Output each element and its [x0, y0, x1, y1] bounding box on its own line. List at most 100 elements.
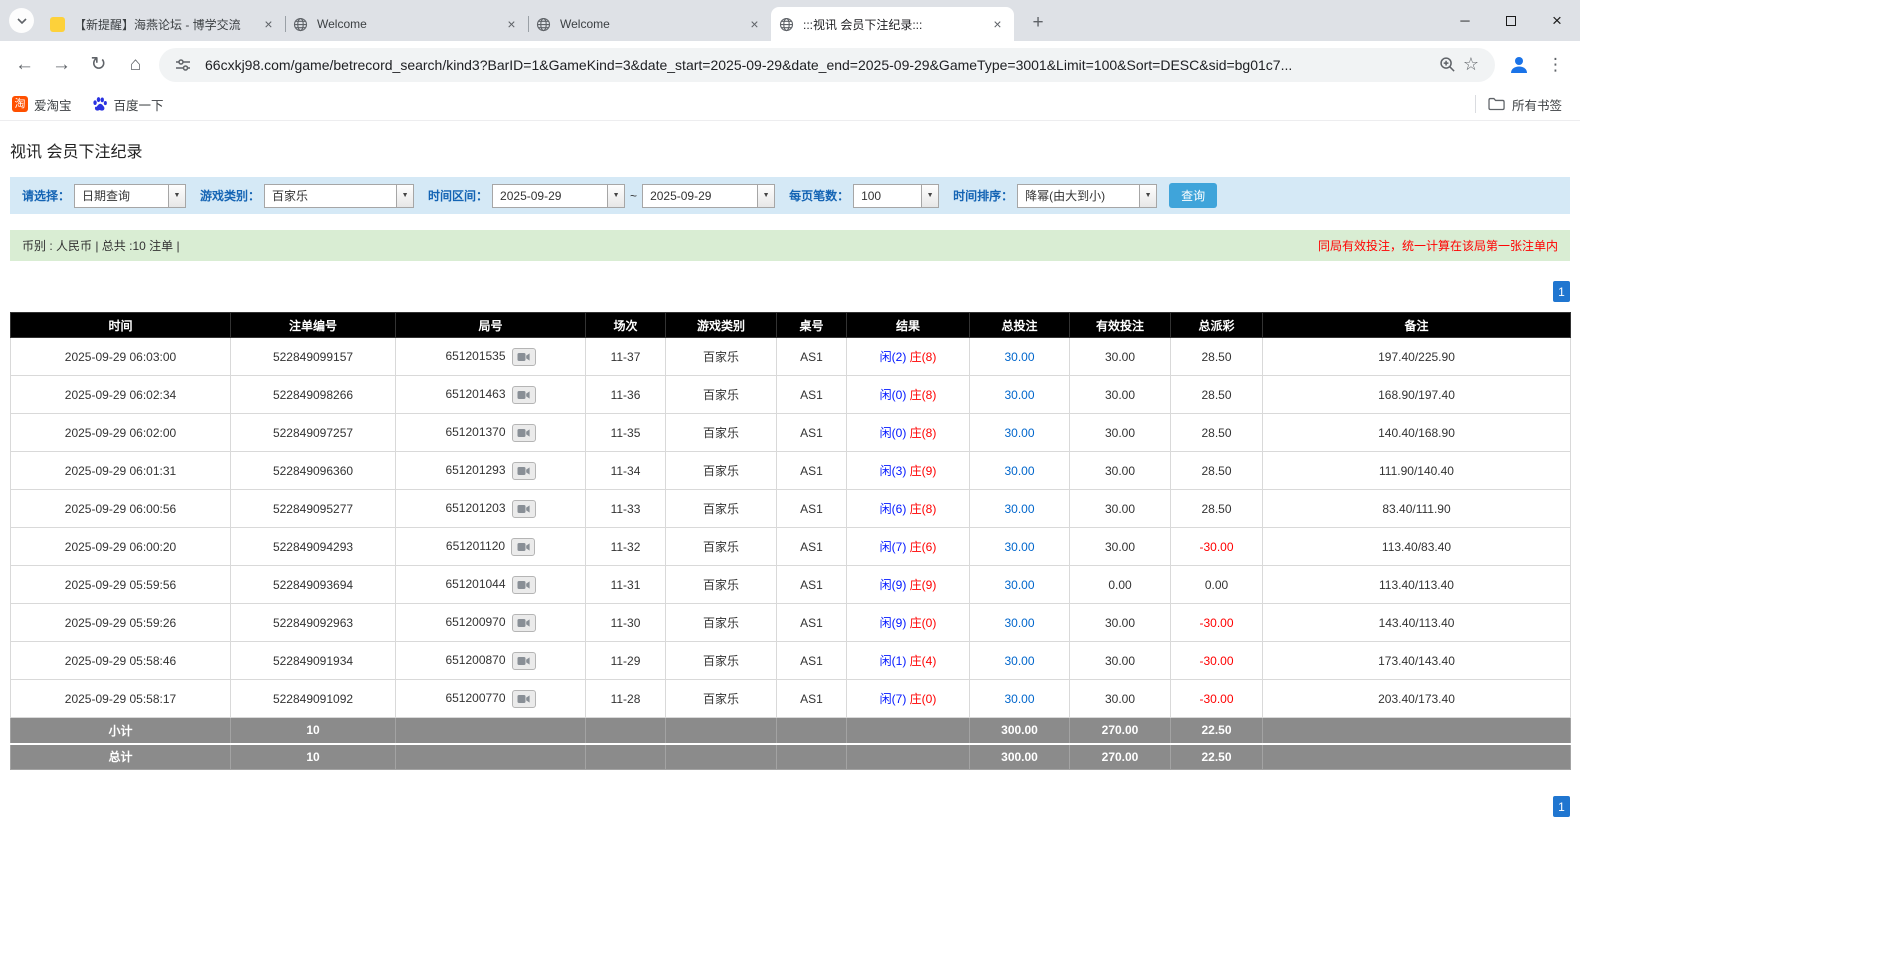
tab-search-button[interactable]	[9, 8, 34, 33]
video-replay-button[interactable]	[512, 462, 536, 480]
total-bet-link[interactable]: 30.00	[1004, 388, 1034, 402]
zoom-icon[interactable]	[1435, 53, 1459, 77]
tab-close-icon[interactable]: ×	[260, 16, 277, 33]
video-replay-button[interactable]	[512, 690, 536, 708]
cell-table-no: AS1	[777, 680, 847, 718]
table-row: 2025-09-29 05:59:26522849092963651200970…	[11, 604, 1571, 642]
cell-valid-bet: 30.00	[1070, 680, 1171, 718]
minimize-button[interactable]: ─	[1442, 0, 1488, 41]
video-replay-button[interactable]	[512, 500, 536, 518]
tab-close-icon[interactable]: ×	[503, 16, 520, 33]
total-bet-link[interactable]: 30.00	[1004, 540, 1034, 554]
result-player: 闲(0)	[880, 426, 907, 440]
tab-bet-records[interactable]: :::视讯 会员下注纪录::: ×	[771, 7, 1014, 41]
home-button[interactable]: ⌂	[117, 46, 154, 83]
cell-bet-no: 522849091934	[231, 642, 396, 680]
close-button[interactable]: ×	[1534, 0, 1580, 41]
per-page-select[interactable]: 100 ▼	[853, 184, 939, 208]
video-replay-button[interactable]	[512, 348, 536, 366]
video-camera-icon	[517, 580, 530, 590]
browser-menu-button[interactable]: ⋮	[1537, 46, 1574, 83]
video-camera-icon	[517, 352, 530, 362]
cell-remark: 173.40/143.40	[1263, 642, 1571, 680]
total-row: 总计 10 300.00 270.00 22.50	[11, 744, 1571, 770]
cell-result: 闲(0) 庄(8)	[847, 414, 970, 452]
pagination-page-1[interactable]: 1	[1553, 281, 1570, 302]
bet-table-footer: 小计 10 300.00 270.00 22.50 总计 10 300.00 2…	[11, 718, 1571, 770]
query-type-select[interactable]: 日期查询 ▼	[74, 184, 186, 208]
sort-label: 时间排序：	[953, 187, 1013, 204]
tab-welcome-1[interactable]: Welcome ×	[285, 7, 528, 41]
cell-time: 2025-09-29 05:58:17	[11, 680, 231, 718]
query-button[interactable]: 查询	[1169, 183, 1217, 208]
game-type-select[interactable]: 百家乐 ▼	[264, 184, 414, 208]
total-bet-link[interactable]: 30.00	[1004, 616, 1034, 630]
video-replay-button[interactable]	[511, 538, 535, 556]
cell-game-type: 百家乐	[666, 604, 777, 642]
cell-session: 11-30	[586, 604, 666, 642]
sort-select[interactable]: 降幂(由大到小) ▼	[1017, 184, 1157, 208]
total-bet-link[interactable]: 30.00	[1004, 426, 1034, 440]
summary-currency-count: 币别 : 人民币 | 总共 :10 注单 |	[22, 237, 180, 254]
profile-avatar[interactable]	[1500, 46, 1537, 83]
cell-result: 闲(3) 庄(9)	[847, 452, 970, 490]
new-tab-button[interactable]: +	[1024, 9, 1052, 37]
bet-table-body: 2025-09-29 06:03:00522849099157651201535…	[11, 338, 1571, 718]
cell-session: 11-37	[586, 338, 666, 376]
reload-button[interactable]: ↻	[80, 46, 117, 83]
cell-game-type: 百家乐	[666, 642, 777, 680]
summary-bar: 币别 : 人民币 | 总共 :10 注单 | 同局有效投注，统一计算在该局第一张…	[10, 230, 1570, 261]
url-text: 66cxkj98.com/game/betrecord_search/kind3…	[205, 57, 1425, 73]
tab-forum[interactable]: 【新提醒】海燕论坛 - 博学交流 ×	[42, 7, 285, 41]
col-remark: 备注	[1263, 313, 1571, 338]
tab-bar: 【新提醒】海燕论坛 - 博学交流 × Welcome × Welcome ×	[0, 0, 1580, 41]
cell-time: 2025-09-29 06:00:56	[11, 490, 231, 528]
cell-round-no: 651200770	[396, 680, 586, 718]
date-end-select[interactable]: 2025-09-29 ▼	[642, 184, 775, 208]
video-replay-button[interactable]	[512, 652, 536, 670]
back-button[interactable]: ←	[6, 46, 43, 83]
date-start-select[interactable]: 2025-09-29 ▼	[492, 184, 625, 208]
tab-close-icon[interactable]: ×	[989, 16, 1006, 33]
result-banker: 庄(9)	[910, 464, 937, 478]
cell-session: 11-33	[586, 490, 666, 528]
total-bet-link[interactable]: 30.00	[1004, 654, 1034, 668]
bookmark-baidu[interactable]: 百度一下	[92, 95, 164, 114]
video-replay-button[interactable]	[512, 614, 536, 632]
col-time: 时间	[11, 313, 231, 338]
bookmark-star-icon[interactable]: ☆	[1459, 53, 1483, 77]
result-banker: 庄(0)	[910, 616, 937, 630]
video-camera-icon	[517, 466, 530, 476]
total-bet-link[interactable]: 30.00	[1004, 350, 1034, 364]
tab-welcome-2[interactable]: Welcome ×	[528, 7, 771, 41]
site-settings-icon[interactable]	[171, 53, 195, 77]
total-bet-link[interactable]: 30.00	[1004, 464, 1034, 478]
cell-table-no: AS1	[777, 338, 847, 376]
tab-close-icon[interactable]: ×	[746, 16, 763, 33]
forward-button[interactable]: →	[43, 46, 80, 83]
pagination-page-1[interactable]: 1	[1553, 796, 1570, 817]
cell-table-no: AS1	[777, 528, 847, 566]
cell-payout: 28.50	[1171, 490, 1263, 528]
table-header: 时间 注单编号 局号 场次 游戏类别 桌号 结果 总投注 有效投注 总派彩 备注	[11, 313, 1571, 338]
cell-session: 11-29	[586, 642, 666, 680]
all-bookmarks-button[interactable]: 所有书签	[1488, 95, 1562, 114]
video-replay-button[interactable]	[512, 576, 536, 594]
maximize-button[interactable]	[1488, 0, 1534, 41]
cell-total-bet: 30.00	[970, 566, 1070, 604]
pagination-bottom: 1	[10, 796, 1570, 817]
total-bet-link[interactable]: 30.00	[1004, 502, 1034, 516]
video-replay-button[interactable]	[512, 386, 536, 404]
total-bet-link[interactable]: 30.00	[1004, 692, 1034, 706]
bookmark-taobao[interactable]: 淘 爱淘宝	[12, 95, 72, 114]
video-replay-button[interactable]	[512, 424, 536, 442]
col-round-no: 局号	[396, 313, 586, 338]
cell-payout: -30.00	[1171, 642, 1263, 680]
cell-bet-no: 522849097257	[231, 414, 396, 452]
pagination-top: 1	[10, 281, 1570, 302]
filter-bar: 请选择： 日期查询 ▼ 游戏类别： 百家乐 ▼ 时间区间： 2025-09-29…	[10, 177, 1570, 214]
address-bar[interactable]: 66cxkj98.com/game/betrecord_search/kind3…	[159, 48, 1495, 82]
video-camera-icon	[517, 656, 530, 666]
total-bet-link[interactable]: 30.00	[1004, 578, 1034, 592]
video-camera-icon	[517, 618, 530, 628]
